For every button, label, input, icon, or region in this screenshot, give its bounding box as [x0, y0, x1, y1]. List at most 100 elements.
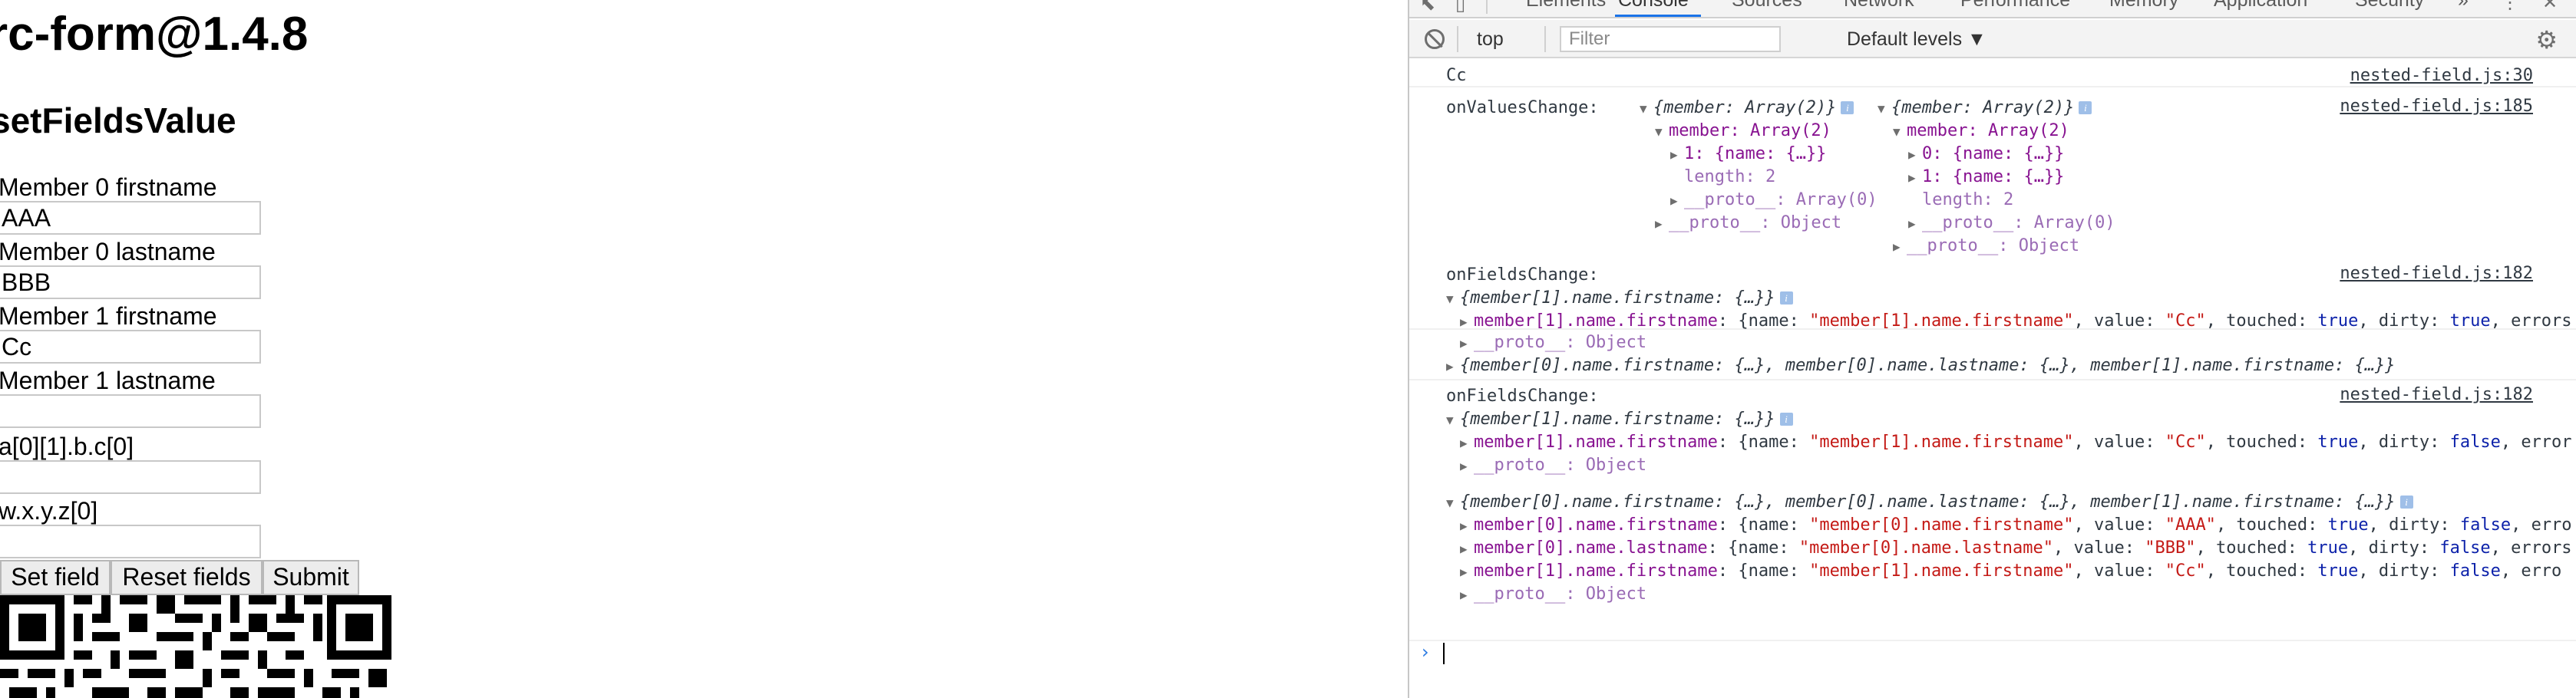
devtools-tab-bar: ⬉ ▯ Elements Console Sources Network Per…: [1409, 0, 2576, 18]
expanded-triangle-icon: ▼: [1878, 101, 1885, 116]
tab-console[interactable]: Console: [1618, 0, 1689, 12]
tree-node[interactable]: ▶ member[1].name.firstname: {name: "membe…: [1460, 563, 2561, 580]
tree-node[interactable]: ▼ member: Array(2): [1655, 123, 1831, 140]
object-summary[interactable]: ▼ {member: Array(2)} i: [1878, 100, 2092, 117]
tab-application[interactable]: Application: [2214, 0, 2307, 12]
kebab-menu-icon[interactable]: ⋮: [2501, 0, 2519, 12]
tree-node[interactable]: ▶ 1: {name: {…}}: [1670, 146, 1826, 163]
console-filter-input[interactable]: [1560, 26, 1781, 52]
object-summary[interactable]: ▶ {member[0].name.firstname: {…}, member[…: [1446, 357, 2396, 374]
context-selector[interactable]: top ▼: [1465, 26, 1641, 52]
toolbar-divider: [1457, 26, 1458, 52]
demo-page: rc-form@1.4.8 setFieldsValue Member 0 fi…: [0, 0, 1408, 698]
log-text: Cc: [1446, 66, 1467, 85]
console-message: onFieldsChange: nested-field.js:182 ▼ {me…: [1409, 380, 2576, 641]
entry-name: "member[1].name.firstname": [1809, 561, 2074, 581]
object-summary-text: {member: Array(2)}: [1653, 98, 1837, 117]
tree-node-text: 1: {name: {…}}: [1922, 167, 2065, 186]
collapsed-triangle-icon: ▶: [1460, 459, 1468, 473]
entry-tail: , error: [2500, 433, 2572, 452]
tab-sources[interactable]: Sources: [1732, 0, 1802, 12]
tree-node[interactable]: ▶ __proto__: Object: [1460, 457, 1646, 474]
tree-node[interactable]: ▶ 0: {name: {…}}: [1908, 146, 2064, 163]
tree-node[interactable]: ▶ __proto__: Object: [1655, 215, 1841, 232]
member-1-firstname-input[interactable]: [0, 330, 261, 364]
entry-touched: true: [2317, 433, 2359, 452]
collapsed-triangle-icon: ▶: [1460, 519, 1468, 533]
more-tabs-icon[interactable]: »: [2458, 0, 2469, 12]
entry-key: member[0].name.lastname: [1474, 538, 1708, 558]
tree-node[interactable]: ▼ member: Array(2): [1893, 123, 2069, 140]
tree-node[interactable]: ▶ member[0].name.firstname: {name: "membe…: [1460, 517, 2572, 534]
source-link[interactable]: nested-field.js:185: [2340, 98, 2533, 115]
reset-fields-button[interactable]: Reset fields: [111, 560, 263, 595]
tree-node[interactable]: ▶ 1: {name: {…}}: [1908, 169, 2064, 186]
entry-tail: , erro: [2500, 561, 2562, 581]
page-title: rc-form@1.4.8: [0, 8, 309, 61]
info-icon: i: [2399, 496, 2413, 509]
collapsed-triangle-icon: ▶: [1670, 147, 1678, 162]
member-0-lastname-input[interactable]: [0, 265, 261, 299]
object-summary[interactable]: ▼ {member[0].name.firstname: {…}, member[…: [1446, 494, 2413, 511]
object-summary[interactable]: ▼ {member: Array(2)} i: [1640, 100, 1854, 117]
expanded-triangle-icon: ▼: [1655, 124, 1663, 139]
member-1-lastname-input[interactable]: [0, 394, 261, 428]
tree-node[interactable]: ▶ __proto__: Object: [1893, 238, 2079, 255]
tree-node[interactable]: ▶ __proto__: Object: [1460, 586, 1646, 603]
expanded-triangle-icon: ▼: [1893, 124, 1901, 139]
tree-node[interactable]: ▶ __proto__: Array(0): [1908, 215, 2115, 232]
tree-node-text: __proto__: Object: [1474, 584, 1647, 604]
close-devtools-icon[interactable]: ✕: [2542, 0, 2558, 12]
tab-security[interactable]: Security: [2355, 0, 2424, 12]
collapsed-triangle-icon: ▶: [1460, 336, 1468, 351]
collapsed-triangle-icon: ▶: [1908, 216, 1916, 231]
nested-path-a-input[interactable]: [0, 460, 261, 494]
source-link[interactable]: nested-field.js:182: [2340, 265, 2533, 282]
entry-value: "Cc": [2165, 561, 2206, 581]
device-toolbar-icon[interactable]: ▯: [1455, 0, 1465, 14]
tree-node-text: length: 2: [1922, 190, 2014, 209]
member-0-firstname-input[interactable]: [0, 201, 261, 235]
tree-node-text: __proto__: Array(0): [1922, 213, 2115, 232]
object-summary-text: {member[0].name.firstname: {…}, member[0…: [1460, 356, 2396, 375]
clear-console-icon[interactable]: [1425, 29, 1445, 49]
expanded-triangle-icon: ▼: [1446, 496, 1454, 510]
collapsed-triangle-icon: ▶: [1460, 436, 1468, 450]
tab-elements[interactable]: Elements: [1526, 0, 1606, 12]
entry-name: "member[0].name.lastname": [1798, 538, 2053, 558]
tree-node[interactable]: ▶ member[1].name.firstname: {name: "membe…: [1460, 434, 2572, 451]
object-summary[interactable]: ▼ {member[1].name.firstname: {…}} i: [1446, 290, 1793, 307]
source-link[interactable]: nested-field.js:30: [2350, 67, 2533, 84]
inspect-element-icon[interactable]: ⬉: [1420, 0, 1435, 14]
tree-node[interactable]: ▶ __proto__: Array(0): [1670, 192, 1878, 209]
tab-memory[interactable]: Memory: [2109, 0, 2178, 12]
tree-node[interactable]: ▶ member[1].name.firstname: {name: "membe…: [1460, 313, 2572, 330]
info-icon: i: [2079, 101, 2092, 114]
tab-network[interactable]: Network: [1844, 0, 1914, 12]
entry-dirty: false: [2449, 561, 2501, 581]
entry-sep: , dirty:: [2358, 311, 2450, 331]
tree-node[interactable]: ▶ member[0].name.lastname: {name: "member…: [1460, 540, 2572, 557]
object-summary[interactable]: ▼ {member[1].name.firstname: {…}} i: [1446, 411, 1793, 428]
entry-dirty: false: [2459, 515, 2512, 535]
submit-button[interactable]: Submit: [263, 560, 359, 595]
info-icon: i: [1779, 291, 1793, 305]
set-field-button[interactable]: Set field: [0, 560, 111, 595]
entry-name: "member[0].name.firstname": [1809, 515, 2074, 535]
nested-path-w-input[interactable]: [0, 525, 261, 558]
console-message: onValuesChange: nested-field.js:185 ▼ {me…: [1409, 87, 2576, 330]
gear-icon[interactable]: ⚙: [2535, 28, 2558, 52]
member-0-firstname-label: Member 0 firstname: [0, 173, 217, 201]
object-summary-text: {member[1].name.firstname: {…}}: [1460, 288, 1775, 308]
tree-node-text: __proto__: Object: [1907, 236, 2080, 255]
nested-path-a-label: a[0][1].b.c[0]: [0, 433, 134, 460]
nested-path-w-label: w.x.y.z[0]: [0, 497, 98, 525]
tab-performance[interactable]: Performance: [1960, 0, 2070, 12]
tree-node[interactable]: ▶ __proto__: Object: [1460, 334, 1646, 351]
tree-node-text: 1: {name: {…}}: [1684, 144, 1827, 163]
console-input[interactable]: [1443, 643, 1445, 664]
source-link[interactable]: nested-field.js:182: [2340, 387, 2533, 403]
tree-node-text: member: Array(2): [1907, 121, 2069, 140]
collapsed-triangle-icon: ▶: [1460, 314, 1468, 329]
log-levels-dropdown[interactable]: Default levels ▼: [1847, 26, 1986, 52]
